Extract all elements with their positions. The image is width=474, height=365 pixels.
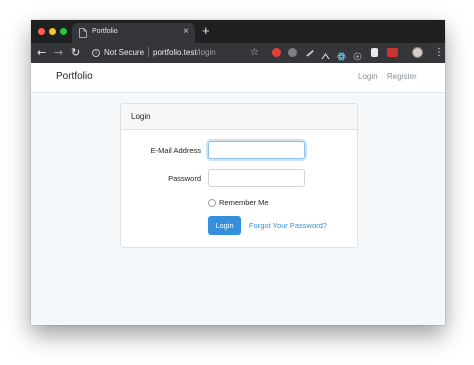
card-header: Login <box>121 104 357 130</box>
extension-icon[interactable] <box>272 48 281 57</box>
url-separator <box>148 47 149 57</box>
security-label[interactable]: Not Secure <box>104 48 144 57</box>
minimize-window-button[interactable] <box>49 28 56 35</box>
nav-login-link[interactable]: Login <box>358 72 378 81</box>
close-window-button[interactable] <box>38 28 45 35</box>
extension-icon[interactable] <box>288 48 297 57</box>
extension-icon[interactable] <box>321 48 330 60</box>
page-icon <box>79 28 87 38</box>
new-tab-button[interactable]: + <box>202 23 210 39</box>
extension-icon[interactable] <box>387 48 398 57</box>
back-arrow-icon[interactable]: ← <box>37 45 46 61</box>
maximize-window-button[interactable] <box>60 28 67 35</box>
extension-icon[interactable] <box>371 48 378 57</box>
url-path: /login <box>196 48 216 57</box>
email-field[interactable] <box>208 141 305 159</box>
browser-toolbar: ← → ↻ i Not Secure portfolio.test/login … <box>31 43 445 63</box>
info-icon[interactable]: i <box>92 49 100 57</box>
email-label: E-Mail Address <box>150 146 201 155</box>
password-label: Password <box>168 174 201 183</box>
reload-icon[interactable]: ↻ <box>71 45 80 61</box>
card-title: Login <box>131 112 151 121</box>
brand-link[interactable]: Portfolio <box>56 71 93 82</box>
login-button[interactable]: Login <box>208 216 241 235</box>
menu-icon[interactable]: ⋮ <box>434 46 444 59</box>
tab-title: Portfolio <box>92 28 118 35</box>
browser-window: Portfolio × + ← → ↻ i Not Secure portfol… <box>31 20 445 325</box>
nav-register-link[interactable]: Register <box>387 72 417 81</box>
site-navbar: Portfolio Login Register <box>31 63 445 93</box>
star-icon[interactable]: ☆ <box>250 46 259 59</box>
url-host: portfolio.test <box>153 48 197 57</box>
forward-arrow-icon[interactable]: → <box>54 45 63 61</box>
forgot-password-link[interactable]: Forgot Your Password? <box>249 221 327 230</box>
address-bar[interactable]: portfolio.test/login <box>153 48 216 57</box>
login-card: Login E-Mail Address Password Remember M… <box>120 103 358 248</box>
react-icon[interactable] <box>337 48 346 61</box>
remember-me-label[interactable]: Remember Me <box>219 198 269 207</box>
extension-icon[interactable] <box>353 48 362 61</box>
profile-avatar[interactable] <box>412 47 423 58</box>
pen-icon[interactable] <box>302 45 315 58</box>
tab-portfolio[interactable]: Portfolio × <box>72 23 195 43</box>
tab-strip: Portfolio × + <box>31 20 445 43</box>
tab-close-icon[interactable]: × <box>183 26 189 38</box>
remember-me-checkbox[interactable] <box>208 199 216 207</box>
password-field[interactable] <box>208 169 305 187</box>
